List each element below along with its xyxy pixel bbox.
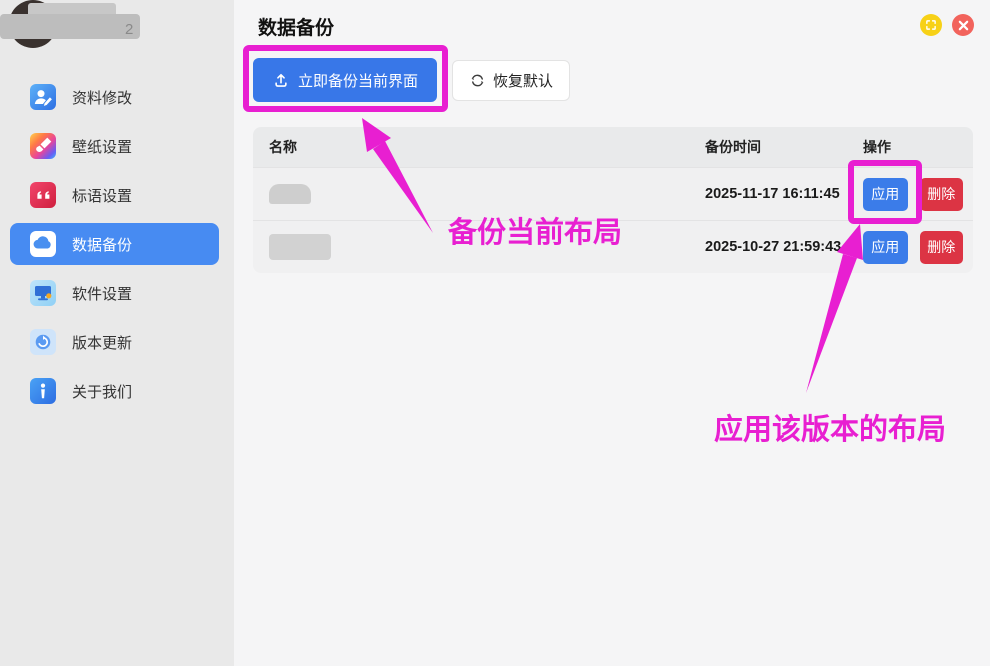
restore-default-label: 恢复默认 bbox=[493, 70, 553, 91]
profile-edit-icon bbox=[30, 84, 56, 110]
restore-default-button[interactable]: 恢复默认 bbox=[452, 60, 570, 101]
about-us-icon bbox=[30, 378, 56, 404]
wallpaper-icon bbox=[30, 133, 56, 159]
sidebar-item-wallpaper[interactable]: 壁纸设置 bbox=[10, 125, 219, 167]
column-header-name: 名称 bbox=[269, 137, 705, 157]
delete-button[interactable]: 删除 bbox=[920, 178, 964, 211]
data-backup-icon bbox=[30, 231, 56, 257]
column-header-ops: 操作 bbox=[863, 137, 963, 157]
blurred-backup-name bbox=[269, 184, 311, 204]
backup-time: 2025-10-27 21:59:43 bbox=[705, 239, 863, 255]
page-title: 数据备份 bbox=[258, 13, 334, 40]
backup-time: 2025-11-17 16:11:45 bbox=[705, 186, 863, 202]
maximize-button[interactable] bbox=[920, 14, 942, 36]
backup-now-button[interactable]: 立即备份当前界面 bbox=[253, 58, 437, 102]
sidebar-item-label: 数据备份 bbox=[72, 234, 132, 255]
sidebar-item-label: 软件设置 bbox=[72, 283, 132, 304]
sidebar-item-about-us[interactable]: 关于我们 bbox=[10, 370, 219, 412]
refresh-icon bbox=[469, 72, 486, 89]
sidebar-item-software-settings[interactable]: 软件设置 bbox=[10, 272, 219, 314]
delete-button[interactable]: 删除 bbox=[920, 231, 964, 264]
user-badge-count: 2 bbox=[125, 21, 133, 38]
apply-button[interactable]: 应用 bbox=[863, 178, 908, 211]
sidebar-item-slogan[interactable]: 标语设置 bbox=[10, 174, 219, 216]
table-header: 名称 备份时间 操作 bbox=[253, 127, 973, 167]
backup-name-cell bbox=[269, 234, 705, 260]
maximize-icon bbox=[924, 18, 938, 32]
upload-icon bbox=[272, 71, 290, 89]
blurred-backup-name bbox=[269, 234, 331, 260]
close-button[interactable] bbox=[952, 14, 974, 36]
window-controls bbox=[920, 14, 974, 36]
sidebar-item-profile[interactable]: 资料修改 bbox=[10, 76, 219, 118]
user-profile-area: 2 bbox=[0, 0, 234, 58]
sidebar-item-label: 版本更新 bbox=[72, 332, 132, 353]
sidebar-item-label: 标语设置 bbox=[72, 185, 132, 206]
sidebar-menu: 资料修改 壁纸设置 标语设置 数据备份 软件设置 bbox=[0, 76, 234, 419]
table-row: 2025-10-27 21:59:43 应用 删除 bbox=[253, 220, 973, 273]
table-row: 2025-11-17 16:11:45 应用 删除 bbox=[253, 167, 973, 220]
sidebar-item-version-update[interactable]: 版本更新 bbox=[10, 321, 219, 363]
sidebar-item-label: 关于我们 bbox=[72, 381, 132, 402]
backup-now-label: 立即备份当前界面 bbox=[298, 70, 418, 91]
column-header-time: 备份时间 bbox=[705, 137, 863, 157]
blurred-user-info bbox=[0, 14, 140, 39]
slogan-icon bbox=[30, 182, 56, 208]
close-icon bbox=[958, 20, 969, 31]
main-content: 数据备份 立即备份当前界面 恢复默认 名称 备份时间 操作 2025-11-17… bbox=[234, 0, 990, 666]
apply-button[interactable]: 应用 bbox=[863, 231, 908, 264]
backup-table: 名称 备份时间 操作 2025-11-17 16:11:45 应用 删除 202… bbox=[253, 127, 973, 273]
sidebar: 2 资料修改 壁纸设置 标语设置 数据备份 bbox=[0, 0, 234, 666]
version-update-icon bbox=[30, 329, 56, 355]
sidebar-item-label: 资料修改 bbox=[72, 87, 132, 108]
sidebar-item-label: 壁纸设置 bbox=[72, 136, 132, 157]
software-settings-icon bbox=[30, 280, 56, 306]
sidebar-item-data-backup[interactable]: 数据备份 bbox=[10, 223, 219, 265]
backup-name-cell bbox=[269, 184, 705, 204]
